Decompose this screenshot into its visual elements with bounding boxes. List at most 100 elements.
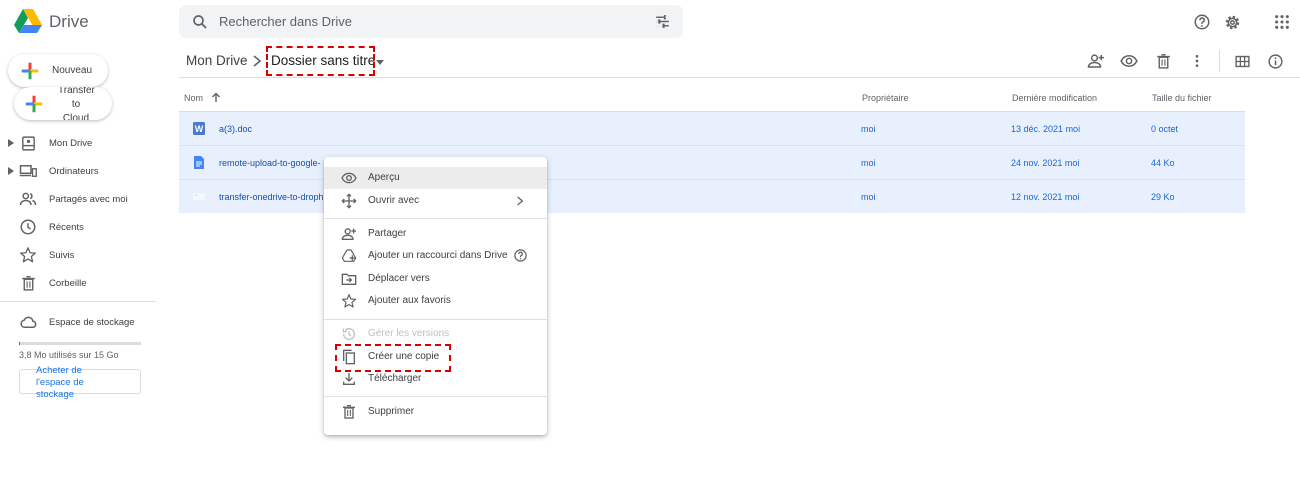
menu-item-label: Déplacer vers	[368, 273, 430, 284]
sidebar-item-shared[interactable]: Partagés avec moi	[0, 187, 156, 211]
make-copy-highlight-box	[335, 344, 451, 372]
info-icon[interactable]	[1266, 52, 1284, 70]
sidebar-item-my-drive[interactable]: Mon Drive	[0, 131, 156, 155]
sidebar-item-label: Ordinateurs	[49, 165, 99, 177]
buy-storage-label: Acheter de l'espace de stockage	[36, 365, 84, 400]
menu-item-label: Télécharger	[368, 373, 422, 384]
menu-item-label: Partager	[368, 228, 407, 239]
breadcrumb-my-drive[interactable]: Mon Drive	[186, 53, 248, 68]
toolbar-divider	[1219, 50, 1220, 72]
app-name: Drive	[49, 11, 89, 31]
help-icon[interactable]	[1192, 12, 1212, 32]
share-person-icon[interactable]	[1087, 52, 1105, 70]
top-bar: Drive	[0, 0, 1300, 44]
new-button[interactable]: Nouveau	[8, 54, 108, 87]
main-header-divider	[179, 77, 1300, 78]
sidebar-item-starred[interactable]: Suivis	[0, 243, 156, 267]
chevron-down-icon[interactable]	[376, 60, 384, 65]
table-row[interactable]: W a(3).doc moi 13 déc. 2021 moi 0 octet	[179, 112, 1245, 145]
settings-icon[interactable]	[1222, 12, 1242, 32]
menu-item-label: Ajouter un raccourci dans Drive	[368, 250, 508, 261]
grid-view-icon[interactable]	[1233, 52, 1251, 70]
storage-bar-fill	[19, 342, 20, 345]
sidebar-item-label: Espace de stockage	[49, 316, 135, 328]
trash-icon	[19, 274, 37, 292]
menu-item-delete[interactable]: Supprimer	[324, 401, 547, 423]
new-button-label: Nouveau	[52, 65, 93, 76]
computers-icon	[19, 162, 37, 180]
menu-item-share[interactable]: Partager	[324, 223, 547, 245]
trash-icon[interactable]	[1154, 52, 1172, 70]
search-bar[interactable]	[179, 5, 683, 38]
expand-caret-icon[interactable]	[8, 139, 14, 147]
svg-text:W: W	[195, 124, 204, 134]
column-header-modified[interactable]: Dernière modification	[1012, 93, 1097, 103]
plus-icon	[25, 95, 43, 113]
add-shortcut-icon	[341, 248, 357, 264]
menu-item-label: Supprimer	[368, 406, 415, 417]
cloud-icon	[19, 313, 37, 331]
word-icon: W	[193, 122, 205, 135]
file-modified: 12 nov. 2021 moi	[1011, 192, 1079, 202]
column-header-size[interactable]: Taille du fichier	[1152, 93, 1212, 103]
sidebar-divider	[0, 301, 156, 302]
search-input[interactable]	[219, 14, 629, 29]
menu-item-add-shortcut[interactable]: Ajouter un raccourci dans Drive	[324, 245, 547, 267]
column-header-owner[interactable]: Propriétaire	[862, 93, 909, 103]
file-name[interactable]: transfer-onedrive-to-droph	[219, 192, 324, 202]
trash-icon	[341, 404, 357, 420]
file-owner: moi	[861, 124, 876, 134]
sidebar-item-computers[interactable]: Ordinateurs	[0, 159, 156, 183]
sidebar-item-storage[interactable]: Espace de stockage	[0, 310, 156, 334]
transfer-button-label: Transfer to Cloud	[58, 87, 95, 120]
preview-eye-icon[interactable]	[1120, 52, 1138, 70]
sidebar-item-label: Mon Drive	[49, 137, 93, 149]
buy-storage-button[interactable]: Acheter de l'espace de stockage	[19, 365, 141, 400]
plus-icon	[21, 62, 39, 80]
clock-icon	[19, 218, 37, 236]
search-options-icon[interactable]	[654, 13, 671, 30]
search-icon[interactable]	[191, 13, 209, 31]
file-modified-date: 12 nov. 2021	[1011, 192, 1063, 202]
transfer-to-cloud-button[interactable]: Transfer to Cloud	[14, 87, 112, 120]
menu-item-open-with[interactable]: Ouvrir avec	[324, 190, 547, 212]
file-owner: moi	[861, 158, 876, 168]
column-header-name[interactable]: Nom	[184, 93, 203, 103]
menu-item-label: Ouvrir avec	[368, 195, 420, 206]
sidebar-item-label: Corbeille	[49, 277, 87, 289]
apps-grid-icon[interactable]	[1272, 12, 1292, 32]
storage-used-text: 3,8 Mo utilisés sur 15 Go	[19, 350, 119, 360]
file-size: 44 Ko	[1151, 158, 1175, 168]
menu-divider	[324, 218, 547, 219]
sidebar-item-trash[interactable]: Corbeille	[0, 271, 156, 295]
sidebar-item-label: Suivis	[49, 249, 75, 261]
file-modified-date: 24 nov. 2021	[1011, 158, 1063, 168]
expand-caret-icon[interactable]	[8, 167, 14, 175]
file-name[interactable]: remote-upload-to-google-	[219, 158, 321, 168]
file-name[interactable]: a(3).doc	[219, 124, 252, 134]
help-icon[interactable]	[513, 248, 528, 263]
file-size: 0 octet	[1151, 124, 1179, 134]
file-modified-by: moi	[1065, 124, 1081, 134]
file-modified: 24 nov. 2021 moi	[1011, 158, 1079, 168]
sidebar-item-recent[interactable]: Récents	[0, 215, 156, 239]
breadcrumb-highlight-box	[266, 46, 375, 76]
menu-divider	[324, 396, 547, 397]
sort-arrow-up-icon[interactable]	[211, 92, 221, 103]
star-icon	[19, 246, 37, 264]
file-modified-by: moi	[1064, 192, 1080, 202]
menu-item-add-favorite[interactable]: Ajouter aux favoris	[324, 290, 547, 312]
chevron-right-icon	[252, 55, 262, 67]
menu-item-preview[interactable]: Aperçu	[324, 167, 547, 189]
more-vertical-icon[interactable]	[1188, 52, 1206, 70]
move-to-folder-icon	[341, 271, 357, 287]
file-modified-by: moi	[1064, 158, 1080, 168]
menu-item-manage-versions: Gérer les versions	[324, 323, 547, 345]
context-menu: Aperçu Ouvrir avec Partager Ajouter un r…	[324, 157, 547, 435]
shared-icon	[19, 190, 37, 208]
menu-item-move-to[interactable]: Déplacer vers	[324, 268, 547, 290]
drive-logo[interactable]: Drive	[14, 9, 89, 34]
file-modified-date: 13 déc. 2021	[1011, 124, 1064, 134]
file-owner: moi	[861, 192, 876, 202]
sidebar-item-label: Récents	[49, 221, 84, 233]
